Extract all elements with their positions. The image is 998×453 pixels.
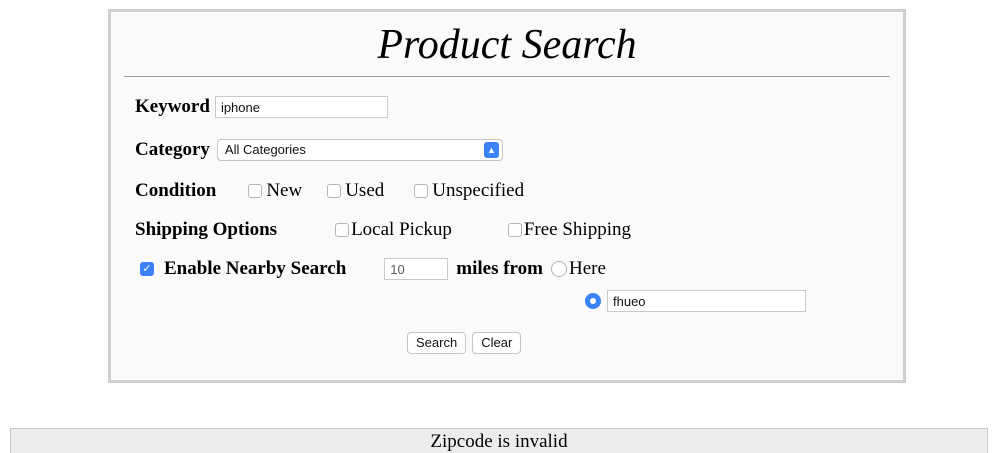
- enable-nearby-checkbox[interactable]: ✓: [140, 262, 154, 276]
- condition-unspecified-label: Unspecified: [432, 180, 525, 201]
- chevron-updown-icon: ▲︎: [483, 142, 499, 158]
- free-shipping-label: Free Shipping: [523, 219, 631, 240]
- local-pickup-checkbox[interactable]: [335, 223, 350, 237]
- free-shipping-checkbox[interactable]: [507, 223, 522, 237]
- nearby-row: ✓ Enable Nearby Search miles from Here: [140, 258, 606, 280]
- condition-used-label: Used: [345, 180, 385, 201]
- shipping-local-pickup-option[interactable]: Local Pickup: [335, 219, 452, 241]
- search-button[interactable]: Search: [407, 332, 467, 354]
- condition-unspecified-checkbox[interactable]: [414, 184, 429, 198]
- condition-new-checkbox[interactable]: [248, 184, 263, 198]
- zip-radio[interactable]: [585, 293, 601, 309]
- distance-input[interactable]: [384, 258, 449, 280]
- shipping-free-option[interactable]: Free Shipping: [507, 219, 631, 241]
- status-message-bar: Zipcode is invalid: [10, 428, 988, 453]
- category-label: Category: [135, 139, 210, 160]
- shipping-label: Shipping Options: [135, 219, 278, 240]
- keyword-row: Keyword: [135, 96, 388, 118]
- category-selected-value: All Categories: [224, 142, 306, 157]
- here-radio[interactable]: [550, 261, 567, 277]
- product-search-panel: Product Search Keyword Category All Cate…: [108, 9, 906, 383]
- condition-used-option[interactable]: Used: [327, 180, 384, 202]
- button-row: Search Clear: [407, 332, 522, 354]
- condition-unspecified-option[interactable]: Unspecified: [414, 180, 524, 202]
- here-option[interactable]: Here: [550, 258, 606, 280]
- enable-nearby-label: Enable Nearby Search: [164, 258, 347, 279]
- title-divider: [124, 76, 890, 77]
- status-message: Zipcode is invalid: [430, 431, 568, 452]
- category-select[interactable]: All Categories ▲︎: [216, 139, 503, 161]
- condition-row: Condition New Used Unspecified: [135, 180, 524, 202]
- clear-button[interactable]: Clear: [472, 332, 522, 354]
- condition-used-checkbox[interactable]: [327, 184, 342, 198]
- condition-label: Condition: [135, 180, 217, 201]
- keyword-label: Keyword: [135, 96, 210, 117]
- page-title: Product Search: [377, 22, 637, 68]
- miles-from-label: miles from: [456, 258, 543, 279]
- shipping-row: Shipping Options Local Pickup Free Shipp…: [135, 219, 631, 241]
- condition-new-label: New: [266, 180, 303, 201]
- zip-input[interactable]: [607, 290, 806, 312]
- category-row: Category All Categories ▲︎: [135, 139, 503, 161]
- zip-row: [585, 290, 806, 312]
- here-label: Here: [568, 258, 606, 279]
- condition-new-option[interactable]: New: [248, 180, 302, 202]
- keyword-input[interactable]: [214, 96, 388, 118]
- local-pickup-label: Local Pickup: [351, 219, 452, 240]
